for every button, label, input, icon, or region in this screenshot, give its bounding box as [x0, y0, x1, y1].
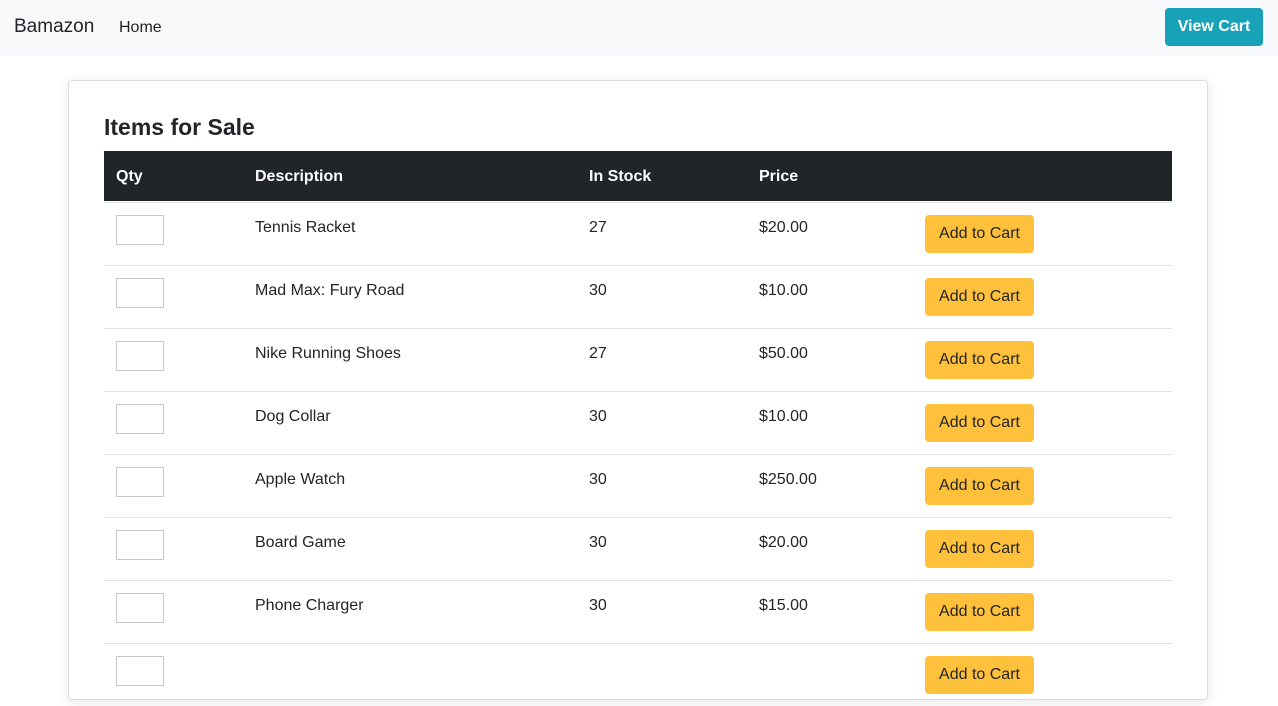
- add-to-cart-button[interactable]: Add to Cart: [925, 467, 1034, 505]
- qty-input[interactable]: [116, 404, 164, 434]
- page-title: Items for Sale: [104, 114, 255, 140]
- qty-input[interactable]: [116, 215, 164, 245]
- item-description: Apple Watch: [255, 471, 346, 488]
- qty-input[interactable]: [116, 656, 164, 686]
- brand-link[interactable]: Bamazon: [14, 16, 94, 38]
- table-row-partial: Add to Cart: [104, 643, 1172, 706]
- add-to-cart-button[interactable]: Add to Cart: [925, 404, 1034, 442]
- items-card: Items for Sale Qty Description In Stock …: [68, 80, 1208, 700]
- item-in-stock: 30: [589, 282, 607, 299]
- item-in-stock: 30: [589, 471, 607, 488]
- navbar: Bamazon Home View Cart: [0, 0, 1278, 55]
- add-to-cart-button[interactable]: Add to Cart: [925, 341, 1034, 379]
- item-in-stock: 30: [589, 534, 607, 551]
- item-description: Board Game: [255, 534, 346, 551]
- item-in-stock: 30: [589, 597, 607, 614]
- add-to-cart-button[interactable]: Add to Cart: [925, 215, 1034, 253]
- item-price: $20.00: [759, 534, 808, 551]
- view-cart-button[interactable]: View Cart: [1165, 8, 1263, 46]
- item-description: Tennis Racket: [255, 219, 356, 236]
- add-to-cart-button[interactable]: Add to Cart: [925, 530, 1034, 568]
- item-price: $10.00: [759, 282, 808, 299]
- table-row: Apple Watch 30 $250.00 Add to Cart: [104, 454, 1172, 517]
- item-in-stock: 27: [589, 345, 607, 362]
- column-header-description: Description: [255, 168, 344, 185]
- item-in-stock: 27: [589, 219, 607, 236]
- qty-input[interactable]: [116, 593, 164, 623]
- item-in-stock: 30: [589, 408, 607, 425]
- table-row: Dog Collar 30 $10.00 Add to Cart: [104, 391, 1172, 454]
- column-header-price: Price: [759, 168, 799, 185]
- item-price: $10.00: [759, 408, 808, 425]
- item-description: Nike Running Shoes: [255, 345, 401, 362]
- qty-input[interactable]: [116, 530, 164, 560]
- item-price: $50.00: [759, 345, 808, 362]
- item-price: $20.00: [759, 219, 808, 236]
- table-row: Mad Max: Fury Road 30 $10.00 Add to Cart: [104, 265, 1172, 328]
- column-header-in-stock: In Stock: [589, 168, 652, 185]
- table-row: Tennis Racket 27 $20.00 Add to Cart: [104, 202, 1172, 265]
- qty-input[interactable]: [116, 278, 164, 308]
- qty-input[interactable]: [116, 467, 164, 497]
- table-row: Nike Running Shoes 27 $50.00 Add to Cart: [104, 328, 1172, 391]
- add-to-cart-button[interactable]: Add to Cart: [925, 593, 1034, 631]
- nav-home-link[interactable]: Home: [119, 18, 162, 37]
- table-header: Qty Description In Stock Price: [104, 151, 1172, 201]
- item-description: Mad Max: Fury Road: [255, 282, 405, 299]
- item-description: Dog Collar: [255, 408, 331, 425]
- item-price: $15.00: [759, 597, 808, 614]
- column-header-qty: Qty: [116, 168, 143, 185]
- add-to-cart-button[interactable]: Add to Cart: [925, 278, 1034, 316]
- item-description: Phone Charger: [255, 597, 364, 614]
- table-row: Phone Charger 30 $15.00 Add to Cart: [104, 580, 1172, 643]
- item-price: $250.00: [759, 471, 817, 488]
- table-row: Board Game 30 $20.00 Add to Cart: [104, 517, 1172, 580]
- qty-input[interactable]: [116, 341, 164, 371]
